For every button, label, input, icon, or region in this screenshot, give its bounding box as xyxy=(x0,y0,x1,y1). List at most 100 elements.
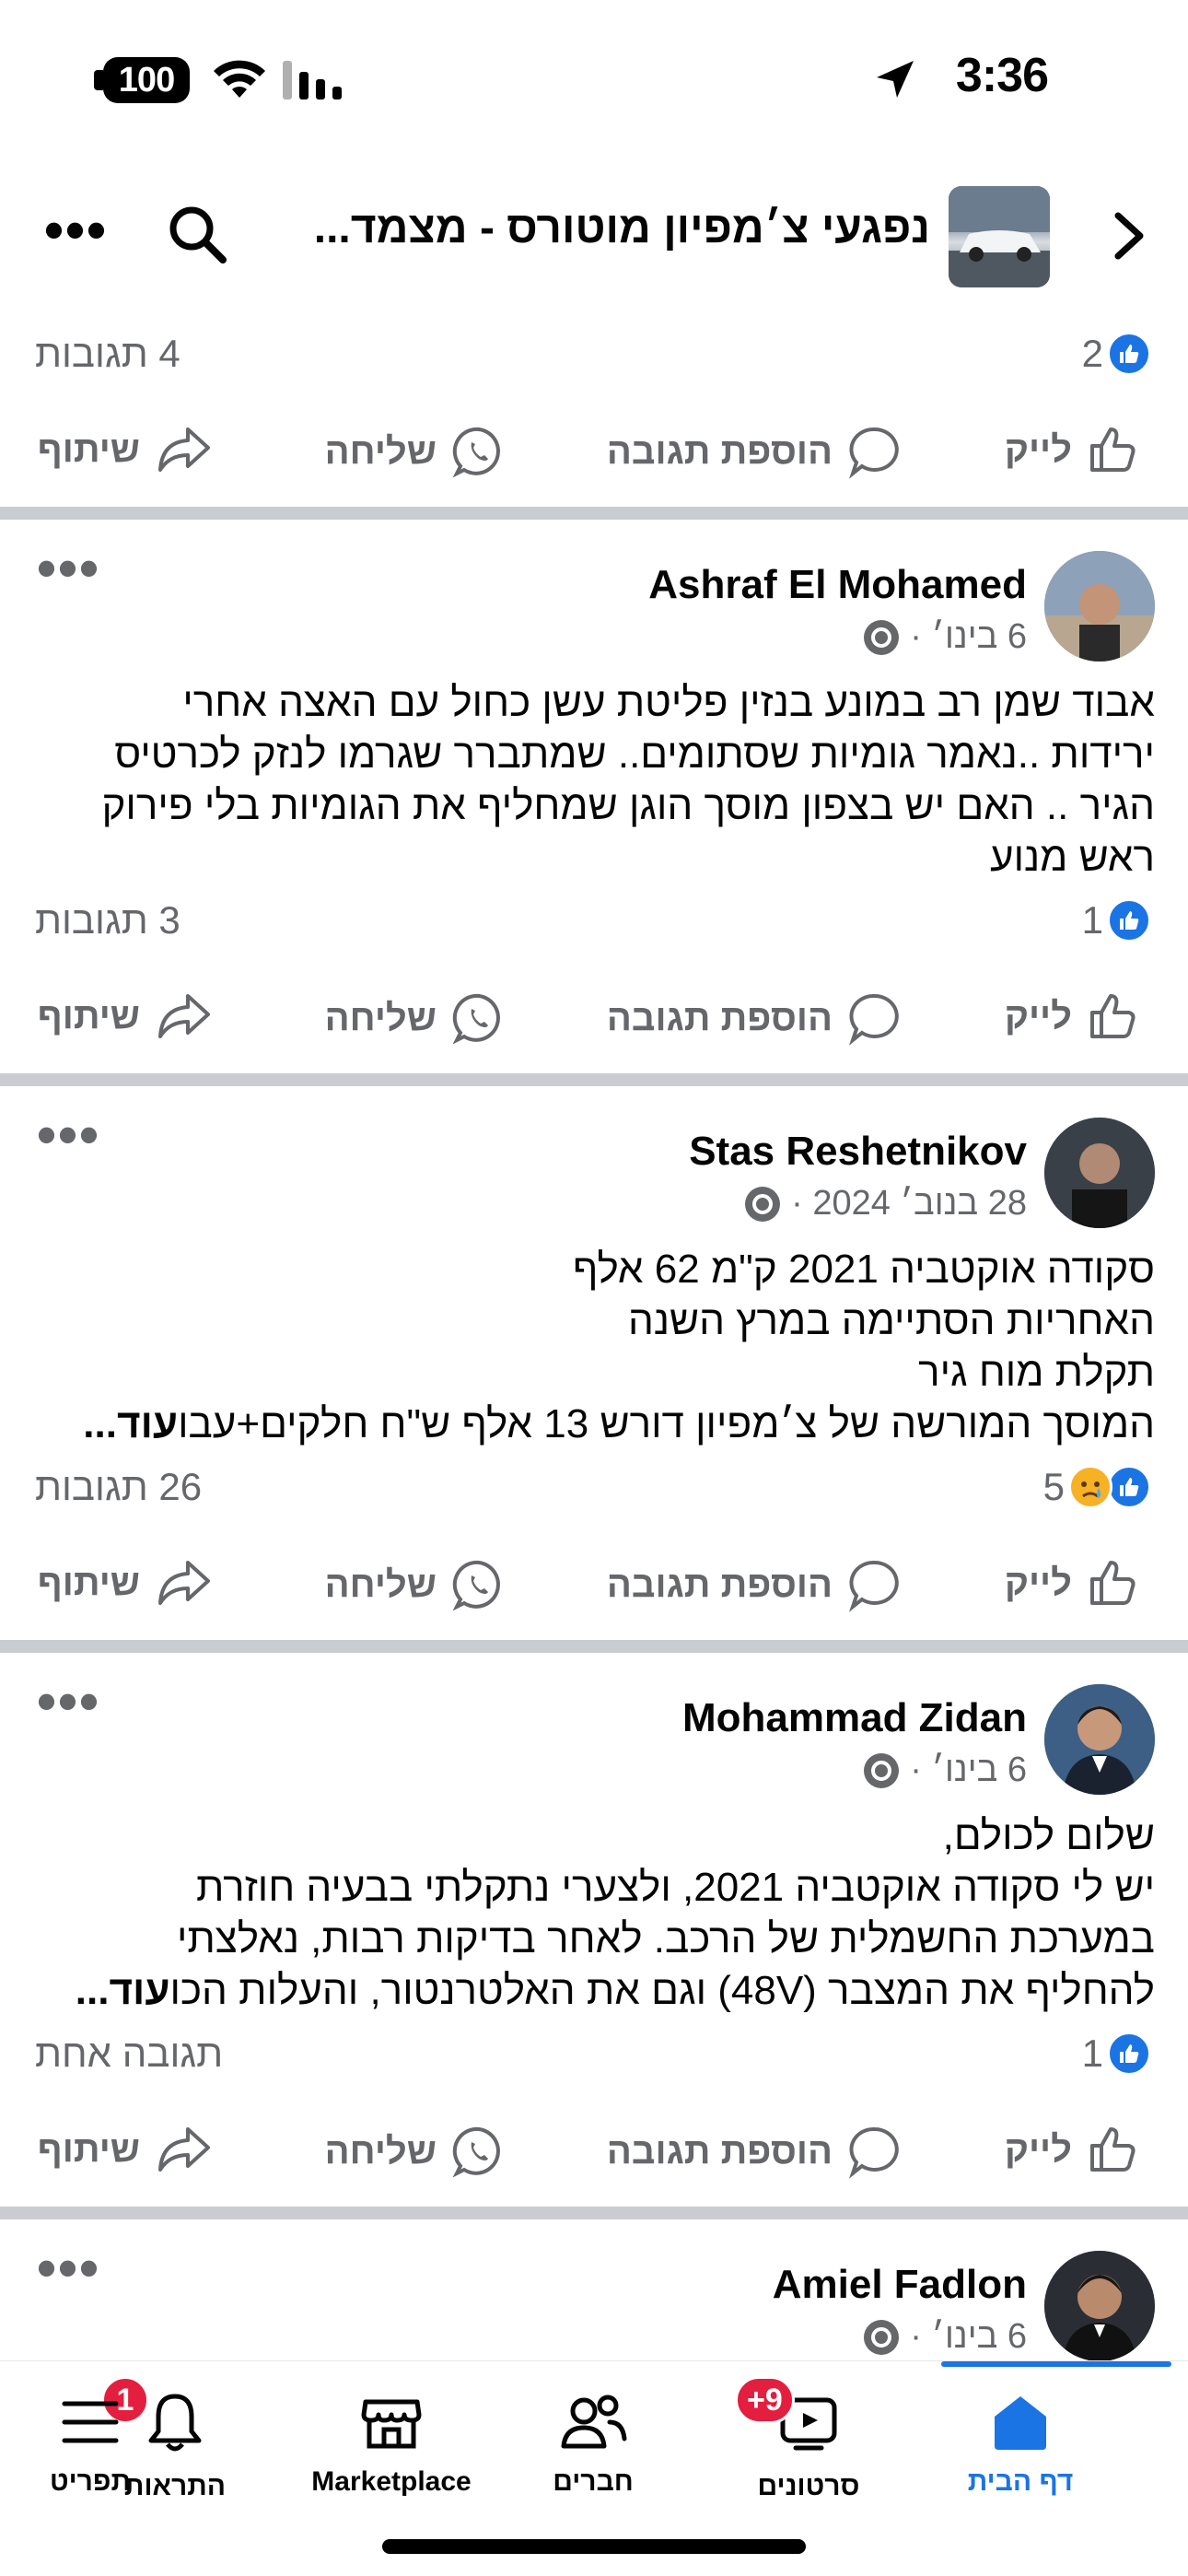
comment-label: הוספת תגובה xyxy=(606,430,833,472)
comments-count[interactable]: 26 תגובות xyxy=(35,1465,202,1509)
post-meta: 28 בנוב׳ 2024 · xyxy=(745,1184,1027,1224)
like-button[interactable]: לייק xyxy=(1005,2124,1138,2175)
post-text-line: האחריות הסתיימה במרץ השנה xyxy=(628,1298,1155,1343)
like-label: לייק xyxy=(1004,2128,1072,2170)
post-date[interactable]: 28 בנוב׳ 2024 · xyxy=(791,1184,1027,1224)
share-button[interactable]: שיתוף xyxy=(38,2124,212,2175)
post-text: שלום לכולם, יש לי סקודה אוקטביה 2021, ול… xyxy=(31,1810,1155,2017)
tab-videos[interactable]: +9 סרטונים xyxy=(716,2376,901,2536)
sad-reaction-icon xyxy=(1068,1465,1112,1509)
friends-icon xyxy=(561,2395,627,2449)
post-author[interactable]: Amiel Fadlon xyxy=(773,2262,1027,2308)
tab-label: תפריט xyxy=(49,2466,132,2497)
see-more-link[interactable]: עוד... xyxy=(83,1401,178,1446)
status-bar: 100 3:36 xyxy=(0,0,1188,157)
post-more-icon[interactable]: ••• xyxy=(37,541,100,596)
like-button[interactable]: לייק xyxy=(1005,990,1138,1042)
videos-badge: +9 xyxy=(735,2376,795,2424)
send-button[interactable]: שליחה xyxy=(325,990,507,1046)
post-stats-row: 2 4 תגובות xyxy=(0,322,1188,387)
post-text-line: סקודה אוקטביה 2021 ק"מ 62 אלף xyxy=(572,1247,1155,1292)
avatar[interactable] xyxy=(1044,551,1155,662)
cellular-signal-icon xyxy=(283,61,342,100)
more-options-icon[interactable]: ••• xyxy=(44,203,108,258)
share-button[interactable]: שיתוף xyxy=(38,990,212,1042)
post-author[interactable]: Stas Reshetnikov xyxy=(689,1129,1027,1175)
post-more-icon[interactable]: ••• xyxy=(37,1674,100,1729)
post-separator xyxy=(0,1073,1188,1086)
share-label: שיתוף xyxy=(37,995,140,1036)
send-button[interactable]: שליחה xyxy=(325,424,507,479)
thumbs-up-icon xyxy=(1090,1561,1136,1605)
post-date[interactable]: 6 בינו׳ · xyxy=(910,2317,1027,2357)
like-reaction-icon xyxy=(1107,1465,1151,1509)
share-label: שיתוף xyxy=(37,1562,140,1603)
comment-button[interactable]: הוספת תגובה xyxy=(607,1557,903,1612)
group-title[interactable]: נפגעי צ׳מפיון מוטורס - מצמד... xyxy=(138,203,930,253)
active-tab-indicator xyxy=(941,2361,1171,2367)
post-actions: לייק הוספת תגובה שליחה שיתוף xyxy=(0,2105,1188,2197)
share-button[interactable]: שיתוף xyxy=(38,1557,212,1609)
tab-menu[interactable]: תפריט xyxy=(0,2389,182,2536)
send-label: שליחה xyxy=(324,430,437,472)
share-button[interactable]: שיתוף xyxy=(38,424,212,475)
comment-bubble-icon xyxy=(848,993,899,1046)
clock: 3:36 xyxy=(955,49,1049,102)
post-date[interactable]: 6 בינו׳ · xyxy=(910,617,1027,657)
wifi-icon xyxy=(214,60,265,98)
comment-button[interactable]: הוספת תגובה xyxy=(607,2124,903,2179)
tab-home[interactable]: דף הבית xyxy=(928,2389,1112,2536)
location-arrow-icon xyxy=(877,61,914,98)
post-author[interactable]: Mohammad Zidan xyxy=(682,1695,1027,1741)
comment-label: הוספת תגובה xyxy=(606,2130,833,2172)
post-date[interactable]: 6 בינו׳ · xyxy=(910,1751,1027,1790)
thumbs-up-icon xyxy=(1090,994,1136,1038)
post-text-line: שלום לכולם, xyxy=(942,1813,1155,1858)
post-more-icon[interactable]: ••• xyxy=(37,2241,100,2296)
post-header: ••• Stas Reshetnikov 28 בנוב׳ 2024 · xyxy=(0,1107,1188,1237)
tab-label: דף הבית xyxy=(967,2466,1074,2497)
see-more-link[interactable]: עוד... xyxy=(76,1968,170,2013)
comments-count[interactable]: 4 תגובות xyxy=(35,332,181,376)
tab-friends[interactable]: חברים xyxy=(501,2389,685,2536)
whatsapp-icon xyxy=(452,1560,500,1611)
post-separator xyxy=(0,1640,1188,1653)
globe-icon xyxy=(864,619,900,655)
post-meta: 6 בינו׳ · xyxy=(864,617,1027,657)
post-author[interactable]: Ashraf El Mohamed xyxy=(648,562,1027,608)
post-text: סקודה אוקטביה 2021 ק"מ 62 אלף האחריות הס… xyxy=(31,1244,1155,1450)
comments-count[interactable]: 3 תגובות xyxy=(35,898,181,943)
reactions-summary[interactable]: 2 xyxy=(1082,332,1151,376)
avatar[interactable] xyxy=(1044,2251,1155,2361)
tab-marketplace[interactable]: Marketplace xyxy=(281,2389,502,2536)
post-text-line: במערכת החשמלית של הרכב. לאחר בדיקות רבות… xyxy=(176,1916,1155,1961)
comments-count[interactable]: תגובה אחת xyxy=(35,2032,223,2076)
thumbs-up-icon xyxy=(1090,427,1136,472)
send-button[interactable]: שליחה xyxy=(325,2124,507,2179)
comment-button[interactable]: הוספת תגובה xyxy=(607,424,903,479)
post-stats-row: 1 3 תגובות xyxy=(0,889,1188,954)
post-separator xyxy=(0,2207,1188,2219)
like-button[interactable]: לייק xyxy=(1005,1557,1138,1609)
post-text-line: הגיר .. האם יש בצפון מוסך הוגן שמחליף את… xyxy=(101,783,1155,828)
post-header: ••• Amiel Fadlon 6 בינו׳ · xyxy=(0,2241,1188,2371)
avatar[interactable] xyxy=(1044,1684,1155,1795)
group-cover-thumbnail[interactable] xyxy=(949,186,1050,287)
comment-button[interactable]: הוספת תגובה xyxy=(607,990,903,1046)
reactions-summary[interactable]: 1 xyxy=(1082,2032,1151,2076)
avatar[interactable] xyxy=(1044,1118,1155,1228)
share-arrow-icon xyxy=(158,2127,210,2172)
post-more-icon[interactable]: ••• xyxy=(37,1107,100,1163)
post-text-line: אבוד שמן רב במונע בנזין פליטת עשן כחול ע… xyxy=(182,680,1155,725)
home-indicator[interactable] xyxy=(382,2539,806,2554)
send-button[interactable]: שליחה xyxy=(325,1557,507,1612)
post-stats-row: 1 תגובה אחת xyxy=(0,2022,1188,2087)
comment-bubble-icon xyxy=(848,427,899,479)
reactions-count: 1 xyxy=(1081,898,1103,942)
reactions-summary[interactable]: 1 xyxy=(1082,898,1151,943)
post-stats-row: 5 26 תגובות xyxy=(0,1456,1188,1520)
share-arrow-icon xyxy=(158,1561,210,1605)
back-chevron-icon[interactable] xyxy=(1105,208,1151,263)
reactions-summary[interactable]: 5 xyxy=(1043,1465,1151,1509)
like-button[interactable]: לייק xyxy=(1005,424,1138,475)
